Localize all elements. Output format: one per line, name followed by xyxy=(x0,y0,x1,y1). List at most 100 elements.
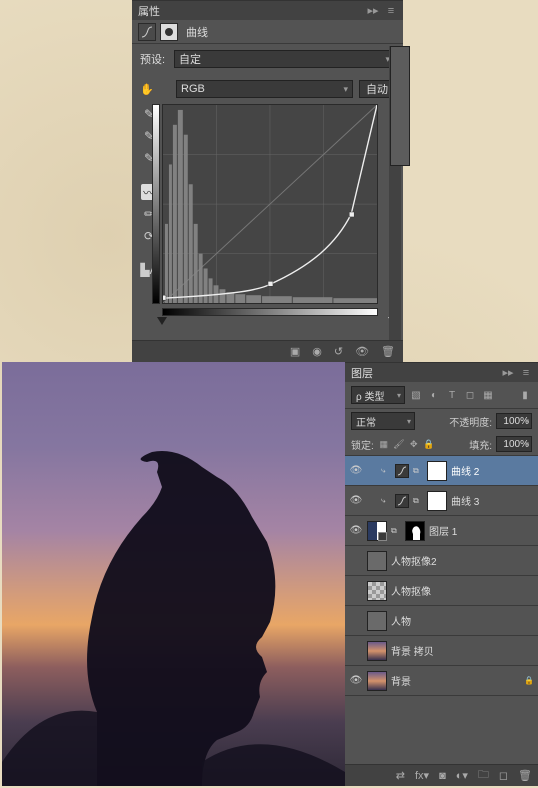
link-mask-icon[interactable]: ⧉ xyxy=(413,496,423,506)
new-group-icon[interactable]: 🗀 xyxy=(478,766,489,785)
layer-row[interactable]: 人物抠像 xyxy=(345,576,538,606)
layer-locked-icon: 🔒 xyxy=(524,676,534,685)
filter-toggle-icon[interactable]: ▮ xyxy=(518,388,532,402)
curves-graph[interactable] xyxy=(162,104,378,304)
layer-row[interactable]: 👁 ⤷ ⧉ 曲线 2 xyxy=(345,456,538,486)
properties-panel: 属性 ▸▸ ≡ 曲线 预设: 自定 ✋ RGB 自动 ✎ ✎ ✎ 〰 ✏ ⟳ ▙… xyxy=(132,0,403,362)
visibility-toggle-icon[interactable]: 👁 xyxy=(349,495,363,506)
curves-layer-icon xyxy=(395,464,409,478)
clip-to-layer-icon[interactable]: ▣ xyxy=(290,345,300,358)
clipping-indicator-icon: ⤷ xyxy=(381,466,391,476)
curves-svg xyxy=(163,105,377,303)
new-adjustment-icon[interactable]: ◐▾ xyxy=(456,769,468,782)
channel-select[interactable]: RGB xyxy=(176,80,353,98)
opacity-label: 不透明度: xyxy=(449,414,492,429)
properties-title: 属性 xyxy=(138,3,367,19)
link-layers-icon[interactable]: ⇄ xyxy=(396,769,405,782)
layer-mask-thumb[interactable] xyxy=(405,521,425,541)
reset-icon[interactable]: ↺ xyxy=(334,345,343,358)
layer-thumb[interactable] xyxy=(367,551,387,571)
layer-thumb[interactable] xyxy=(367,641,387,661)
lock-transparent-icon[interactable]: ▦ xyxy=(378,438,390,450)
layer-name-label[interactable]: 曲线 2 xyxy=(451,463,534,478)
lock-pixels-icon[interactable]: 🖌 xyxy=(393,438,405,450)
layer-row[interactable]: 背景 拷贝 xyxy=(345,636,538,666)
properties-titlebar[interactable]: 属性 ▸▸ ≡ xyxy=(132,0,403,20)
layers-titlebar[interactable]: 图层 ▸▸ ≡ xyxy=(345,362,538,382)
layer-filter-select[interactable]: ρ 类型 xyxy=(351,386,405,404)
finger-tool-icon[interactable]: ✋ xyxy=(140,83,154,96)
layer-name-label[interactable]: 背景 xyxy=(391,673,520,688)
layer-row[interactable]: 👁 背景 🔒 xyxy=(345,666,538,696)
preset-row: 预设: 自定 xyxy=(132,44,403,74)
layer-name-label[interactable]: 曲线 3 xyxy=(451,493,534,508)
filter-type-icon[interactable]: T xyxy=(445,388,459,402)
layer-list: 👁 ⤷ ⧉ 曲线 2 👁 ⤷ ⧉ 曲线 3 👁 ⧉ 图层 1 人物抠像2 人物抠像人物背景 拷贝 👁 背景 🔒 xyxy=(345,455,538,696)
black-point-slider[interactable] xyxy=(157,317,167,325)
fill-label: 填充: xyxy=(469,437,492,452)
lock-label: 锁定: xyxy=(351,437,374,452)
mask-mode-icon[interactable] xyxy=(160,23,178,41)
properties-scrollbar[interactable] xyxy=(389,46,401,340)
curves-adjustment-icon xyxy=(138,23,156,41)
layer-mask-thumb[interactable] xyxy=(427,491,447,511)
properties-footer: ▣ ◉ ↺ 👁 🗑 xyxy=(132,340,403,362)
lock-fill-row: 锁定: ▦ 🖌 ✥ 🔒 填充: 100% xyxy=(345,433,538,455)
preset-label: 预设: xyxy=(140,51,168,67)
layer-filter-row: ρ 类型 ▧ ◐ T ◻ ▦ ▮ xyxy=(345,382,538,409)
adjustment-header: 曲线 xyxy=(132,20,403,44)
lock-position-icon[interactable]: ✥ xyxy=(408,438,420,450)
fill-input[interactable]: 100% xyxy=(496,436,532,452)
add-mask-icon[interactable]: ◙ xyxy=(439,770,446,782)
layer-thumb[interactable] xyxy=(367,671,387,691)
curves-layer-icon xyxy=(395,494,409,508)
preset-select[interactable]: 自定 xyxy=(174,50,395,68)
output-gradient xyxy=(152,104,160,304)
new-layer-icon[interactable]: ◻ xyxy=(499,769,508,782)
visibility-toggle-icon[interactable]: 👁 xyxy=(349,675,363,686)
layer-row[interactable]: 人物抠像2 xyxy=(345,546,538,576)
layer-mask-thumb[interactable] xyxy=(427,461,447,481)
delete-layer-icon[interactable]: 🗑 xyxy=(518,769,532,782)
layer-name-label[interactable]: 背景 拷贝 xyxy=(391,643,534,658)
curves-graph-container xyxy=(162,104,395,304)
layer-name-label[interactable]: 人物抠像 xyxy=(391,583,534,598)
clipping-indicator-icon: ⤷ xyxy=(381,496,391,506)
channel-row: ✋ RGB 自动 xyxy=(132,74,403,104)
visibility-toggle-icon[interactable]: 👁 xyxy=(349,465,363,476)
layers-title: 图层 xyxy=(351,365,502,381)
opacity-input[interactable]: 100% xyxy=(496,413,532,429)
collapse-icon[interactable]: ▸▸ xyxy=(367,5,379,17)
filter-pixel-icon[interactable]: ▧ xyxy=(409,388,423,402)
blend-mode-select[interactable]: 正常 xyxy=(351,412,415,430)
layer-name-label[interactable]: 人物 xyxy=(391,613,534,628)
visibility-toggle-icon[interactable]: 👁 xyxy=(349,525,363,536)
layer-thumb[interactable] xyxy=(367,611,387,631)
layer-row[interactable]: 👁 ⤷ ⧉ 曲线 3 xyxy=(345,486,538,516)
layer-row[interactable]: 👁 ⧉ 图层 1 xyxy=(345,516,538,546)
panel-menu-icon[interactable]: ≡ xyxy=(385,5,397,17)
filter-smart-icon[interactable]: ▦ xyxy=(481,388,495,402)
delete-adjustment-icon[interactable]: 🗑 xyxy=(381,345,395,358)
input-gradient xyxy=(162,308,378,316)
layer-thumb[interactable] xyxy=(367,521,387,541)
lock-all-icon[interactable]: 🔒 xyxy=(423,438,435,450)
silhouette-svg xyxy=(2,362,345,786)
collapse-icon[interactable]: ▸▸ xyxy=(502,367,514,379)
layers-footer: ⇄ fx▾ ◙ ◐▾ 🗀 ◻ 🗑 xyxy=(345,764,538,786)
layer-name-label[interactable]: 人物抠像2 xyxy=(391,553,534,568)
link-mask-icon[interactable]: ⧉ xyxy=(391,526,401,536)
layer-row[interactable]: 人物 xyxy=(345,606,538,636)
panel-menu-icon[interactable]: ≡ xyxy=(520,367,532,379)
link-mask-icon[interactable]: ⧉ xyxy=(413,466,423,476)
blend-opacity-row: 正常 不透明度: 100% xyxy=(345,409,538,433)
layer-fx-icon[interactable]: fx▾ xyxy=(415,769,429,782)
filter-adjustment-icon[interactable]: ◐ xyxy=(427,388,441,402)
filter-shape-icon[interactable]: ◻ xyxy=(463,388,477,402)
layer-thumb[interactable] xyxy=(367,581,387,601)
view-previous-icon[interactable]: ◉ xyxy=(312,345,322,358)
toggle-visibility-icon[interactable]: 👁 xyxy=(355,345,369,358)
layers-panel: 图层 ▸▸ ≡ ρ 类型 ▧ ◐ T ◻ ▦ ▮ 正常 不透明度: 100% 锁… xyxy=(345,362,538,786)
canvas-preview xyxy=(2,362,345,786)
layer-name-label[interactable]: 图层 1 xyxy=(429,523,534,538)
